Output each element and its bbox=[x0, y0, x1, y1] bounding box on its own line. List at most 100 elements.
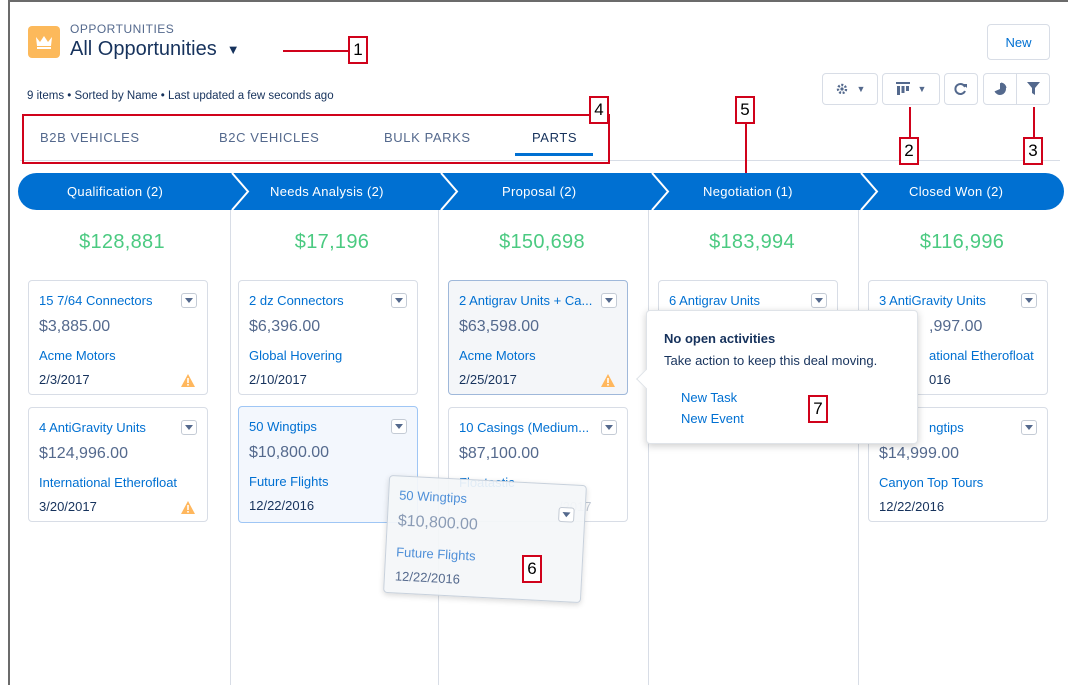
list-view-title[interactable]: All Opportunities ▼ bbox=[70, 38, 240, 61]
card-menu-button[interactable] bbox=[1021, 293, 1037, 308]
column-total: $128,881 bbox=[79, 231, 165, 253]
column-divider bbox=[438, 210, 439, 685]
card-title: 50 Wingtips bbox=[398, 487, 468, 506]
card-title[interactable]: 10 Casings (Medium... bbox=[459, 420, 599, 435]
card-menu-button[interactable] bbox=[601, 420, 617, 435]
card-close-date: 12/22/2016 bbox=[879, 499, 945, 514]
callout-5: 5 bbox=[735, 96, 755, 124]
card-menu-button[interactable] bbox=[181, 293, 197, 308]
card-menu-button bbox=[558, 506, 575, 523]
card-title[interactable]: 15 7/64 Connectors bbox=[39, 293, 179, 308]
callout-1: 1 bbox=[348, 36, 368, 64]
column-divider bbox=[858, 210, 859, 685]
card-close-date: 2/25/2017 bbox=[459, 372, 517, 387]
charts-button[interactable] bbox=[983, 73, 1017, 105]
card-account[interactable]: Acme Motors bbox=[459, 348, 536, 363]
stage-proposal[interactable]: Proposal (2) bbox=[502, 184, 576, 199]
card-menu-button[interactable] bbox=[811, 293, 827, 308]
refresh-button[interactable] bbox=[944, 73, 978, 105]
card-account[interactable]: ational Etherofloat bbox=[929, 348, 1034, 363]
card-close-date: 2/3/2017 bbox=[39, 372, 90, 387]
display-as-button[interactable]: ▼ bbox=[882, 73, 940, 105]
card-title[interactable]: 4 AntiGravity Units bbox=[39, 420, 179, 435]
card-menu-button[interactable] bbox=[601, 293, 617, 308]
card-menu-button[interactable] bbox=[391, 419, 407, 434]
stage-negotiation[interactable]: Negotiation (1) bbox=[703, 184, 793, 199]
column-divider bbox=[230, 210, 231, 685]
card-title[interactable]: ngtips bbox=[929, 420, 1068, 435]
list-view-name[interactable]: All Opportunities bbox=[70, 38, 217, 61]
callout-leader-line bbox=[1033, 107, 1035, 137]
new-event-link[interactable]: New Event bbox=[681, 411, 744, 426]
callout-box-tabs bbox=[22, 114, 610, 164]
list-meta: 9 items • Sorted by Name • Last updated … bbox=[27, 90, 334, 102]
card-amount: $87,100.00 bbox=[459, 445, 540, 462]
card-close-date: 2/10/2017 bbox=[249, 372, 307, 387]
card-amount: $124,996.00 bbox=[39, 445, 128, 462]
card-amount: $3,885.00 bbox=[39, 318, 111, 335]
card-account[interactable]: International Etherofloat bbox=[39, 475, 177, 490]
callout-leader-line bbox=[909, 107, 911, 137]
refresh-icon bbox=[954, 82, 968, 96]
warning-icon[interactable] bbox=[601, 374, 615, 387]
stage-separator bbox=[231, 173, 250, 210]
column-total: $150,698 bbox=[499, 231, 585, 253]
column-total: $17,196 bbox=[294, 231, 370, 253]
card-menu-button[interactable] bbox=[181, 420, 197, 435]
filter-icon bbox=[1026, 82, 1040, 96]
activity-popover: No open activities Take action to keep t… bbox=[646, 310, 918, 444]
stage-closed-won[interactable]: Closed Won (2) bbox=[909, 184, 1003, 199]
chevron-down-icon: ▼ bbox=[856, 84, 866, 94]
card-title[interactable]: 50 Wingtips bbox=[249, 419, 389, 434]
card-account[interactable]: Acme Motors bbox=[39, 348, 116, 363]
filter-button[interactable] bbox=[1016, 73, 1050, 105]
card-title[interactable]: 6 Antigrav Units bbox=[669, 293, 809, 308]
stage-qualification[interactable]: Qualification (2) bbox=[67, 184, 163, 199]
new-task-link[interactable]: New Task bbox=[681, 390, 737, 405]
card-close-date: 12/22/2016 bbox=[394, 568, 461, 587]
stage-separator bbox=[440, 173, 459, 210]
card-amount: $6,396.00 bbox=[249, 318, 321, 335]
crown-icon bbox=[28, 26, 60, 58]
warning-icon[interactable] bbox=[181, 374, 195, 387]
card-title[interactable]: 2 dz Connectors bbox=[249, 293, 389, 308]
card-account[interactable]: Global Hovering bbox=[249, 348, 342, 363]
new-button[interactable]: New bbox=[987, 24, 1050, 60]
settings-button[interactable]: ▼ bbox=[822, 73, 878, 105]
card-close-date: 016 bbox=[929, 372, 951, 387]
warning-icon[interactable] bbox=[181, 501, 195, 514]
chevron-down-icon: ▼ bbox=[917, 84, 927, 94]
opportunity-card[interactable]: 2 Antigrav Units + Ca... $63,598.00 Acme… bbox=[448, 280, 628, 395]
card-close-date: 3/20/2017 bbox=[39, 499, 97, 514]
card-menu-button[interactable] bbox=[1021, 420, 1037, 435]
stage-needs-analysis[interactable]: Needs Analysis (2) bbox=[270, 184, 384, 199]
chevron-down-icon[interactable]: ▼ bbox=[227, 42, 240, 57]
callout-leader-line bbox=[283, 50, 348, 52]
card-title[interactable]: 2 Antigrav Units + Ca... bbox=[459, 293, 599, 308]
card-title[interactable]: 3 AntiGravity Units bbox=[879, 293, 1019, 308]
column-total: $183,994 bbox=[709, 231, 795, 253]
opportunity-card[interactable]: 2 dz Connectors $6,396.00 Global Hoverin… bbox=[238, 280, 418, 395]
card-amount: $10,800.00 bbox=[397, 512, 479, 534]
card-account[interactable]: Canyon Top Tours bbox=[879, 475, 983, 490]
card-amount: ,997.00 bbox=[929, 318, 983, 335]
card-account: Future Flights bbox=[395, 544, 476, 564]
card-amount: $63,598.00 bbox=[459, 318, 540, 335]
callout-4: 4 bbox=[589, 96, 609, 124]
card-menu-button[interactable] bbox=[391, 293, 407, 308]
callout-7: 7 bbox=[808, 395, 828, 423]
callout-2: 2 bbox=[899, 137, 919, 165]
callout-6: 6 bbox=[522, 555, 542, 583]
gear-icon bbox=[835, 82, 849, 96]
opportunity-card[interactable]: 15 7/64 Connectors $3,885.00 Acme Motors… bbox=[28, 280, 208, 395]
popover-title: No open activities bbox=[664, 331, 776, 346]
dragged-card-ghost[interactable]: 50 Wingtips $10,800.00 Future Flights 12… bbox=[383, 474, 587, 604]
card-amount: $10,800.00 bbox=[249, 444, 330, 461]
card-amount: $14,999.00 bbox=[879, 445, 960, 462]
object-label: OPPORTUNITIES bbox=[70, 22, 175, 36]
pie-chart-icon bbox=[993, 82, 1007, 96]
opportunity-card[interactable]: 4 AntiGravity Units $124,996.00 Internat… bbox=[28, 407, 208, 522]
column-divider bbox=[648, 210, 649, 685]
card-account[interactable]: Future Flights bbox=[249, 474, 328, 489]
column-total: $116,996 bbox=[919, 231, 1005, 253]
